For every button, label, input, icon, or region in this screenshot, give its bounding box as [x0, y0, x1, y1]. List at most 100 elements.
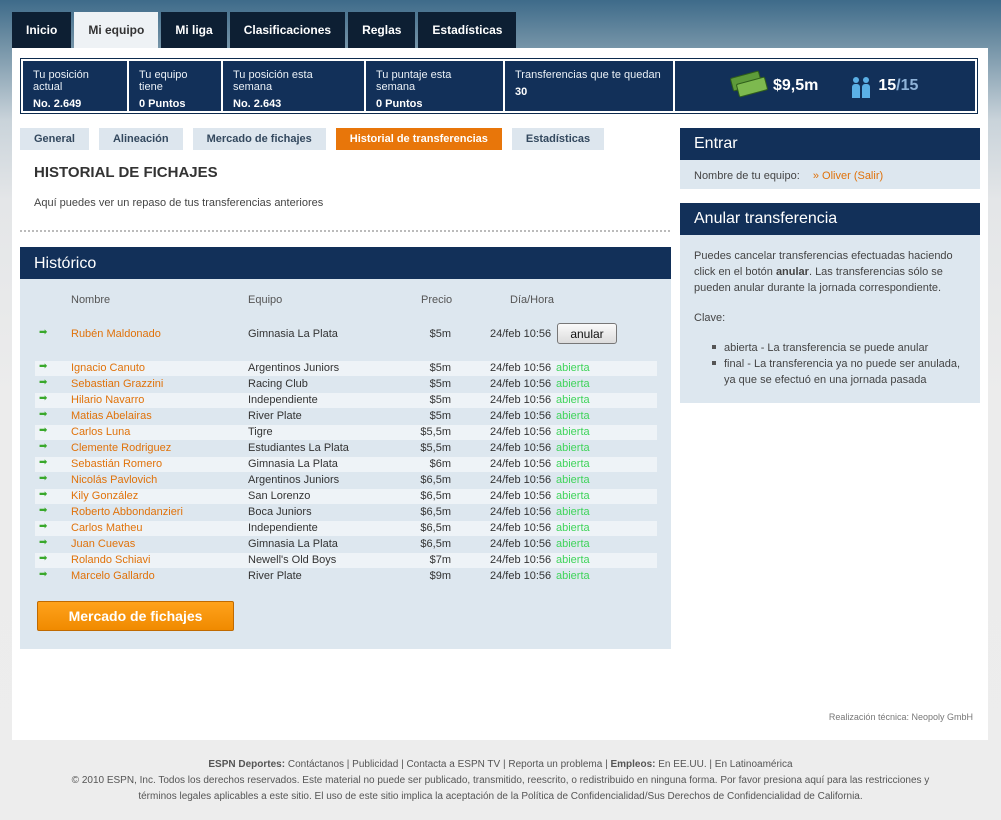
key-abierta: abierta - La transferencia se puede anul… — [724, 342, 929, 354]
player-team: Newell's Old Boys — [248, 554, 337, 566]
table-row: ➡ Kily González San Lorenzo $6,5m 24/feb 10:… — [35, 489, 657, 504]
top-nav: Inicio Mi equipo Mi liga Clasificaciones… — [12, 12, 519, 48]
transfer-date: 24/feb 10:56 — [490, 426, 552, 438]
subtab-mercado[interactable]: Mercado de fichajes — [192, 128, 326, 150]
key-list: abierta - La transferencia se puede anul… — [694, 340, 966, 388]
transfer-state: abierta — [556, 458, 590, 470]
transfer-state: abierta — [556, 570, 590, 582]
transfer-state: abierta — [556, 378, 590, 390]
tab-mi-equipo[interactable]: Mi equipo — [74, 12, 159, 48]
clave-label: Clave: — [694, 312, 726, 324]
player-team: River Plate — [248, 410, 302, 422]
player-name-link[interactable]: Rolando Schiavi — [71, 554, 151, 566]
player-name-link[interactable]: Marcelo Gallardo — [71, 570, 155, 582]
arrow-right-icon: ➡ — [39, 457, 48, 468]
footer-brand: ESPN Deportes: — [208, 759, 286, 770]
stat-value: 0 Puntos — [139, 98, 186, 110]
people-icon — [852, 74, 874, 98]
player-team: Argentinos Juniors — [248, 474, 340, 486]
anular-info-text: Puedes cancelar transferencias efectuada… — [694, 248, 966, 296]
player-name-link[interactable]: Ignacio Canuto — [71, 362, 145, 374]
stat-label: Tu posición esta semana — [233, 69, 313, 93]
player-price: $5m — [429, 362, 451, 374]
footer-links: ESPN Deportes: Contáctanos | Publicidad … — [0, 757, 1001, 773]
subtab-historial[interactable]: Historial de transferencias — [335, 128, 502, 150]
player-name-link[interactable]: Sebastián Romero — [71, 458, 162, 470]
tab-estadisticas[interactable]: Estadísticas — [418, 12, 517, 48]
player-name-link[interactable]: Rubén Maldonado — [71, 328, 161, 340]
player-price: $5,5m — [420, 426, 451, 438]
player-name-link[interactable]: Matias Abelairas — [71, 410, 152, 422]
budget-value: $9,5m — [773, 77, 819, 94]
player-team: Racing Club — [248, 378, 308, 390]
player-team: Gimnasia La Plata — [248, 458, 338, 470]
arrow-right-icon: ➡ — [39, 393, 48, 404]
table-row: ➡ Nicolás Pavlovich Argentinos Juniors $6,5… — [35, 473, 657, 488]
arrow-right-icon: ➡ — [39, 425, 48, 436]
transfer-state: abierta — [556, 474, 590, 486]
player-name-link[interactable]: Clemente Rodriguez — [71, 442, 171, 454]
player-name-link[interactable]: Sebastian Grazzini — [71, 378, 163, 390]
transfer-state: abierta — [556, 490, 590, 502]
player-team: Gimnasia La Plata — [248, 328, 338, 340]
table-row: ➡ Hilario Navarro Independiente $5m 24/feb 1… — [35, 393, 657, 408]
login-title: Entrar — [680, 128, 980, 160]
page-title: HISTORIAL DE FICHAJES — [34, 164, 218, 181]
footer-links-main[interactable]: Contáctanos | Publicidad | Contacta a ES… — [288, 759, 608, 770]
money-icon — [729, 70, 769, 98]
player-team: San Lorenzo — [248, 490, 311, 502]
stat-transfers-left: Transferencias que te quedan 30 — [505, 61, 673, 111]
player-team: Independiente — [248, 394, 318, 406]
anular-button[interactable]: anular — [557, 323, 617, 344]
table-row: ➡ Clemente Rodriguez Estudiantes La Plata $… — [35, 441, 657, 456]
subtab-estadisticas[interactable]: Estadísticas — [511, 128, 605, 150]
budget-players: $9,5m 15/15 — [675, 61, 975, 111]
player-price: $6,5m — [420, 522, 451, 534]
player-price: $5m — [429, 410, 451, 422]
tab-mi-liga[interactable]: Mi liga — [161, 12, 227, 48]
transfer-state: abierta — [556, 426, 590, 438]
history-title: Histórico — [20, 247, 671, 279]
transfer-state: abierta — [556, 554, 590, 566]
footer-links-empleos[interactable]: En EE.UU. | En Latinoamérica — [658, 759, 792, 770]
table-row: ➡ Carlos Luna Tigre $5,5m 24/feb 10:56 abiert… — [35, 425, 657, 440]
player-team: Estudiantes La Plata — [248, 442, 349, 454]
tab-mi-equipo-label: Mi equipo — [88, 23, 145, 37]
subtab-general[interactable]: General — [20, 128, 89, 150]
player-team: River Plate — [248, 570, 302, 582]
transfer-date: 24/feb 10:56 — [490, 410, 552, 422]
stat-current-position: Tu posición actual No. 2.649 — [23, 61, 127, 111]
players-current: 15 — [878, 77, 897, 94]
arrow-right-icon: ➡ — [39, 505, 48, 516]
player-name-link[interactable]: Carlos Luna — [71, 426, 130, 438]
tab-inicio[interactable]: Inicio — [12, 12, 72, 48]
player-price: $9m — [429, 570, 451, 582]
player-name-link[interactable]: Roberto Abbondanzieri — [71, 506, 183, 518]
player-name-link[interactable]: Hilario Navarro — [71, 394, 144, 406]
stat-label: Tu puntaje esta semana — [376, 69, 452, 93]
transfer-date: 24/feb 10:56 — [490, 538, 552, 550]
subtab-alineacion[interactable]: Alineación — [98, 128, 183, 150]
player-price: $6,5m — [420, 490, 451, 502]
technical-credit: Realización técnica: Neopoly GmbH — [828, 712, 973, 722]
tab-reglas[interactable]: Reglas — [348, 12, 416, 48]
user-logout-link[interactable]: » Oliver (Salir) — [813, 170, 883, 182]
col-header-name: Nombre — [71, 294, 111, 306]
player-name-link[interactable]: Nicolás Pavlovich — [71, 474, 157, 486]
table-row: ➡ Rolando Schiavi Newell's Old Boys $7m 24/f… — [35, 553, 657, 568]
table-row: ➡ Roberto Abbondanzieri Boca Juniors $6,5m 2… — [35, 505, 657, 520]
stat-team-points: Tu equipo tiene 0 Puntos — [129, 61, 221, 111]
col-header-date: Día/Hora — [510, 294, 555, 306]
history-box: Histórico Nombre Equipo Precio Día/Hora … — [20, 247, 671, 649]
table-row: ➡ Carlos Matheu Independiente $6,5m 24/feb 1… — [35, 521, 657, 536]
transfer-date: 24/feb 10:56 — [490, 522, 552, 534]
bullet-icon — [712, 361, 716, 365]
player-team: Argentinos Juniors — [248, 362, 340, 374]
player-name-link[interactable]: Kily González — [71, 490, 138, 502]
anular-info-title: Anular transferencia — [680, 203, 980, 235]
mercado-fichajes-button[interactable]: Mercado de fichajes — [37, 601, 234, 631]
player-name-link[interactable]: Juan Cuevas — [71, 538, 135, 550]
tab-clasificaciones[interactable]: Clasificaciones — [229, 12, 346, 48]
player-name-link[interactable]: Carlos Matheu — [71, 522, 143, 534]
anular-text-bold: anular — [775, 266, 809, 278]
